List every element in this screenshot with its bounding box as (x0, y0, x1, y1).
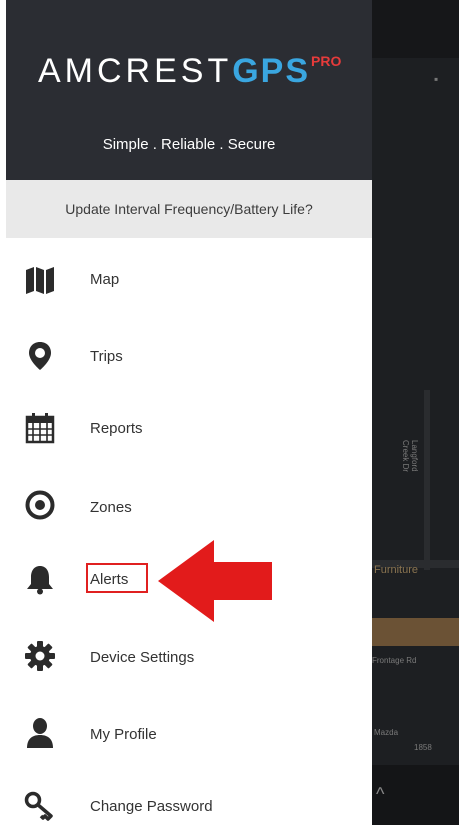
menu-item-reports[interactable]: Reports (6, 400, 372, 460)
alerts-highlight-box (86, 563, 148, 593)
map-background: ▪ Langford Creek Dr Furniture Frontage R… (372, 0, 459, 825)
user-icon (27, 718, 53, 748)
navigation-drawer: AMCRESTGPSPRO Simple . Reliable . Secure… (6, 0, 372, 825)
map-poi-label: Furniture (374, 564, 419, 576)
gear-icon (25, 641, 55, 671)
tagline: Simple . Reliable . Secure (102, 136, 276, 153)
map-road-highlight (372, 618, 459, 646)
map-pin-icon (29, 342, 51, 370)
menu-item-label: Trips (90, 348, 123, 365)
target-icon (25, 490, 55, 520)
menu-item-label: Device Settings (90, 649, 195, 666)
layers-icon: ▪ (434, 72, 439, 86)
logo-accent: GPS (232, 52, 311, 90)
map-bottombar (372, 765, 459, 825)
menu-item-trips[interactable]: Trips (6, 328, 372, 388)
chevron-up-icon[interactable]: ^ (376, 784, 384, 805)
calendar-icon (25, 413, 55, 444)
menu-item-label: My Profile (90, 726, 157, 743)
menu-item-zones[interactable]: Zones (6, 477, 372, 537)
menu-item-label: Reports (90, 420, 143, 437)
map-topbar (372, 0, 459, 58)
pointer-arrow-icon (158, 540, 272, 622)
key-icon (24, 791, 53, 821)
map-address-label: 1858 (414, 743, 432, 752)
drawer-header: AMCRESTGPSPRO Simple . Reliable . Secure (6, 0, 372, 180)
map-street-label: Frontage Rd (372, 656, 417, 665)
map-road (424, 390, 430, 570)
update-interval-link[interactable]: Update Interval Frequency/Battery Life? (6, 180, 372, 238)
menu-item-my-profile[interactable]: My Profile (6, 705, 372, 765)
menu-item-label: Map (90, 271, 120, 288)
map-street-label: Langford Creek Dr (401, 440, 419, 473)
menu-item-label: Change Password (90, 798, 213, 815)
map-poi-label: Mazda (374, 728, 399, 737)
menu-item-label: Zones (90, 499, 132, 516)
menu-item-device-settings[interactable]: Device Settings (6, 628, 372, 688)
logo-text: AMCREST (38, 52, 233, 90)
bell-icon (27, 566, 53, 595)
logo-suffix: PRO (311, 53, 342, 69)
menu-item-map[interactable]: Map (6, 252, 372, 312)
map-icon (26, 267, 54, 294)
menu-item-change-password[interactable]: Change Password (6, 778, 372, 838)
amcrest-gps-pro-logo: AMCRESTGPSPRO (38, 52, 341, 92)
